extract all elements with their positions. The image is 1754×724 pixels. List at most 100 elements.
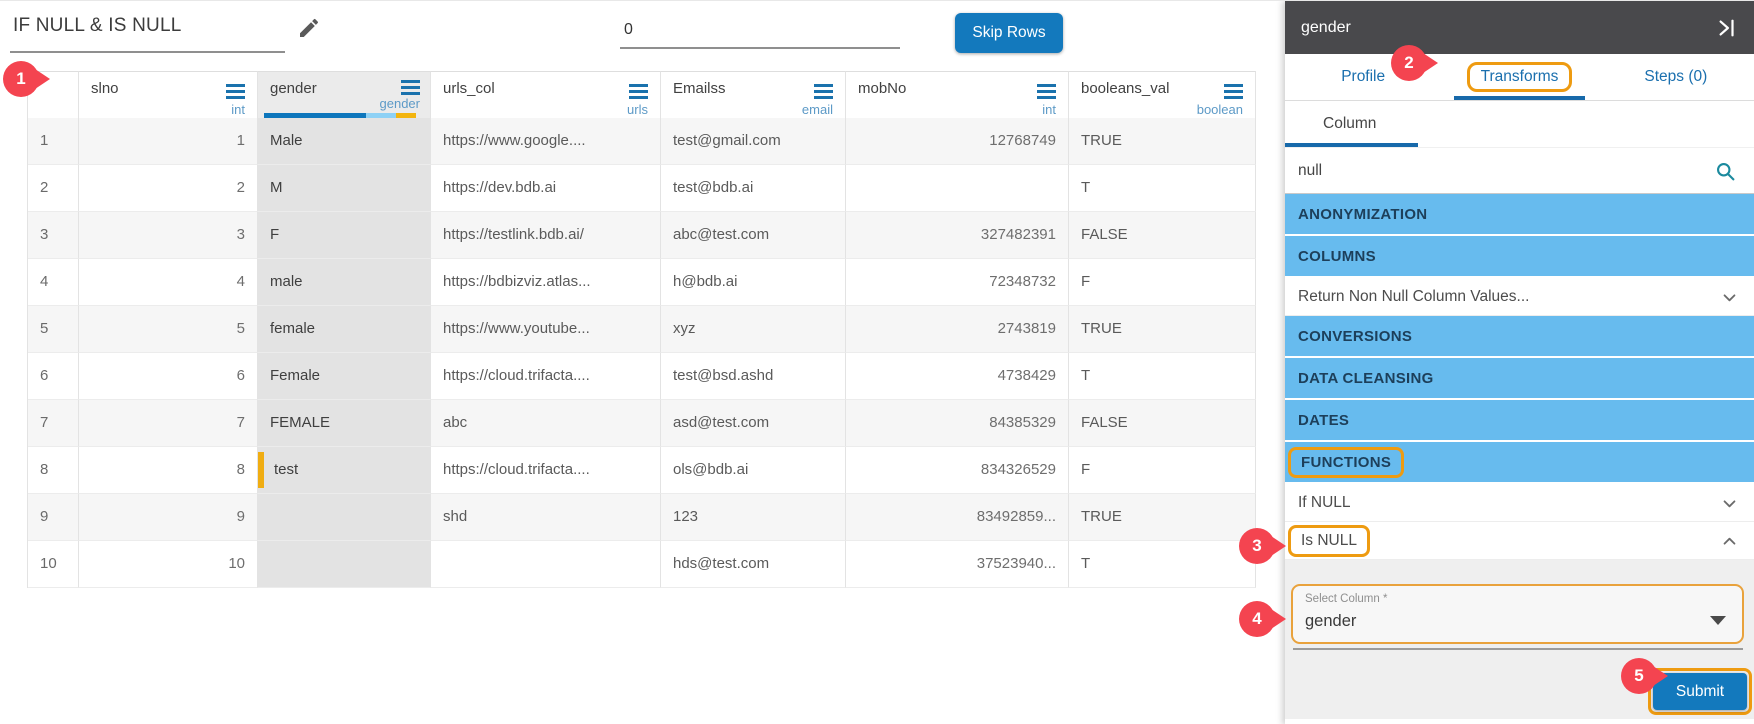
cell-urls_col-row6[interactable]: https://cloud.trifacta....: [431, 353, 661, 400]
cell-Emailss-row3[interactable]: abc@test.com: [661, 212, 846, 259]
column-subtab-label: Column: [1323, 101, 1376, 146]
chevron-down-icon[interactable]: [1721, 495, 1738, 517]
annotation-pin-1: 1: [3, 61, 39, 97]
cell-booleans_val-row9[interactable]: TRUE: [1069, 494, 1256, 541]
cell-slno-row5[interactable]: 5: [79, 306, 258, 353]
cell-mobNo-row9[interactable]: 83492859...: [846, 494, 1069, 541]
skip-rows-input[interactable]: [620, 13, 900, 49]
cell-urls_col-row9[interactable]: shd: [431, 494, 661, 541]
column-menu-icon[interactable]: [226, 84, 245, 99]
category-columns[interactable]: COLUMNS: [1285, 236, 1754, 278]
cell-gender-row1[interactable]: Male: [258, 118, 431, 165]
cell-slno-row2[interactable]: 2: [79, 165, 258, 212]
cell-booleans_val-row8[interactable]: F: [1069, 447, 1256, 494]
annotation-pin-4: 4: [1239, 601, 1275, 637]
cell-booleans_val-row1[interactable]: TRUE: [1069, 118, 1256, 165]
category-dates[interactable]: DATES: [1285, 400, 1754, 442]
transform-item-if-null[interactable]: If NULL: [1285, 484, 1754, 522]
cell-urls_col-row3[interactable]: https://testlink.bdb.ai/: [431, 212, 661, 259]
cell-slno-row9[interactable]: 9: [79, 494, 258, 541]
select-column-underline: [1293, 648, 1743, 650]
cell-slno-row7[interactable]: 7: [79, 400, 258, 447]
column-type-label: int: [231, 102, 245, 117]
title-underline: [10, 51, 285, 53]
data-grid: slnointgendergender9 Catagoriesurls_colu…: [27, 71, 1256, 588]
cell-mobNo-row4[interactable]: 72348732: [846, 259, 1069, 306]
cell-gender-row10[interactable]: [258, 541, 431, 588]
cell-urls_col-row8[interactable]: https://cloud.trifacta....: [431, 447, 661, 494]
cell-mobNo-row2[interactable]: [846, 165, 1069, 212]
collapse-panel-icon[interactable]: [1716, 17, 1738, 39]
cell-slno-row4[interactable]: 4: [79, 259, 258, 306]
column-menu-icon[interactable]: [1224, 84, 1243, 99]
column-type-label: boolean: [1197, 102, 1243, 117]
cell-mobNo-row8[interactable]: 834326529: [846, 447, 1069, 494]
is-null-form: Select Column * gender Submit: [1285, 560, 1754, 719]
cell-Emailss-row1[interactable]: test@gmail.com: [661, 118, 846, 165]
row-index-cell: 4: [28, 259, 79, 306]
cell-gender-row3[interactable]: F: [258, 212, 431, 259]
cell-booleans_val-row4[interactable]: F: [1069, 259, 1256, 306]
cell-slno-row3[interactable]: 3: [79, 212, 258, 259]
cell-gender-row5[interactable]: female: [258, 306, 431, 353]
cell-gender-row4[interactable]: male: [258, 259, 431, 306]
category-conversions[interactable]: CONVERSIONS: [1285, 316, 1754, 358]
cell-Emailss-row5[interactable]: xyz: [661, 306, 846, 353]
cell-urls_col-row1[interactable]: https://www.google....: [431, 118, 661, 165]
cell-Emailss-row9[interactable]: 123: [661, 494, 846, 541]
cell-gender-row2[interactable]: M: [258, 165, 431, 212]
cell-Emailss-row4[interactable]: h@bdb.ai: [661, 259, 846, 306]
select-column-dropdown[interactable]: Select Column * gender: [1291, 584, 1744, 644]
cell-Emailss-row10[interactable]: hds@test.com: [661, 541, 846, 588]
chevron-down-icon[interactable]: [1721, 289, 1738, 311]
cell-Emailss-row2[interactable]: test@bdb.ai: [661, 165, 846, 212]
cell-slno-row8[interactable]: 8: [79, 447, 258, 494]
cell-urls_col-row2[interactable]: https://dev.bdb.ai: [431, 165, 661, 212]
cell-booleans_val-row7[interactable]: FALSE: [1069, 400, 1256, 447]
column-menu-icon[interactable]: [629, 84, 648, 99]
cell-slno-row1[interactable]: 1: [79, 118, 258, 165]
cell-mobNo-row5[interactable]: 2743819: [846, 306, 1069, 353]
cell-booleans_val-row3[interactable]: FALSE: [1069, 212, 1256, 259]
cell-urls_col-row4[interactable]: https://bdbizviz.atlas...: [431, 259, 661, 306]
cell-gender-row7[interactable]: FEMALE: [258, 400, 431, 447]
cell-mobNo-row7[interactable]: 84385329: [846, 400, 1069, 447]
cell-slno-row6[interactable]: 6: [79, 353, 258, 400]
tab-transforms[interactable]: Transforms: [1441, 54, 1597, 100]
chevron-up-icon[interactable]: [1721, 533, 1738, 555]
search-input[interactable]: [1298, 148, 1688, 193]
cell-slno-row10[interactable]: 10: [79, 541, 258, 588]
cell-urls_col-row7[interactable]: abc: [431, 400, 661, 447]
tab-column[interactable]: Column: [1285, 101, 1754, 148]
transform-item-is-null[interactable]: Is NULL: [1285, 522, 1754, 560]
cell-gender-row8[interactable]: test: [258, 447, 431, 494]
edit-pencil-icon[interactable]: [297, 16, 321, 40]
column-menu-icon[interactable]: [1037, 84, 1056, 99]
tab-steps-0[interactable]: Steps (0): [1598, 54, 1754, 100]
cell-Emailss-row7[interactable]: asd@test.com: [661, 400, 846, 447]
cell-booleans_val-row2[interactable]: T: [1069, 165, 1256, 212]
cell-gender-row9[interactable]: [258, 494, 431, 541]
cell-Emailss-row8[interactable]: ols@bdb.ai: [661, 447, 846, 494]
column-name: booleans_val: [1081, 80, 1169, 97]
category-data-cleansing[interactable]: DATA CLEANSING: [1285, 358, 1754, 400]
cell-urls_col-row10[interactable]: [431, 541, 661, 588]
cell-urls_col-row5[interactable]: https://www.youtube...: [431, 306, 661, 353]
cell-booleans_val-row10[interactable]: T: [1069, 541, 1256, 588]
cell-gender-row6[interactable]: Female: [258, 353, 431, 400]
cell-mobNo-row1[interactable]: 12768749: [846, 118, 1069, 165]
cell-mobNo-row6[interactable]: 4738429: [846, 353, 1069, 400]
row-index-cell: 9: [28, 494, 79, 541]
cell-booleans_val-row5[interactable]: TRUE: [1069, 306, 1256, 353]
select-column-label: Select Column *: [1305, 593, 1387, 605]
cell-Emailss-row6[interactable]: test@bsd.ashd: [661, 353, 846, 400]
transform-item-return-non-null-column-values[interactable]: Return Non Null Column Values...: [1285, 278, 1754, 316]
cell-mobNo-row10[interactable]: 37523940...: [846, 541, 1069, 588]
skip-rows-button[interactable]: Skip Rows: [955, 13, 1063, 53]
category-anonymization[interactable]: ANONYMIZATION: [1285, 194, 1754, 236]
cell-mobNo-row3[interactable]: 327482391: [846, 212, 1069, 259]
cell-booleans_val-row6[interactable]: T: [1069, 353, 1256, 400]
column-menu-icon[interactable]: [814, 84, 833, 99]
category-functions[interactable]: FUNCTIONS: [1285, 442, 1754, 484]
column-menu-icon[interactable]: [401, 80, 420, 95]
